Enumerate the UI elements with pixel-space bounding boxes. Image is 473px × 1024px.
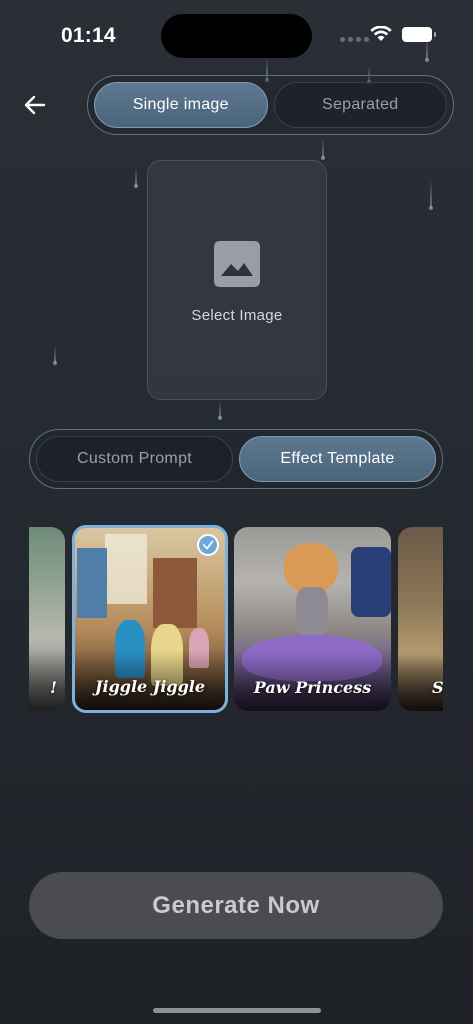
raindrop-decoration [321,138,325,160]
status-bar: 01:14 [0,0,473,60]
template-label: S [432,678,443,697]
tab-separated[interactable]: Separated [273,82,447,128]
raindrop-decoration [134,168,138,188]
tab-custom-prompt[interactable]: Custom Prompt [36,436,233,482]
template-label: Paw Princess [253,678,372,697]
scene-map [77,548,107,618]
select-image-label: Select Image [191,307,283,324]
template-card-jiggle-jiggle[interactable]: Jiggle Jiggle [72,525,228,713]
selected-check-icon [197,534,219,556]
raindrop-decoration [218,400,222,420]
scene-window [105,534,147,604]
image-mode-toggle: Single image Separated [87,75,454,135]
template-label: ! [49,678,57,697]
back-arrow-icon[interactable] [22,92,48,118]
battery-icon [402,27,436,42]
raindrop-decoration [429,180,433,210]
tab-single-image[interactable]: Single image [94,82,268,128]
home-indicator [153,1008,321,1013]
raindrop-decoration [53,345,57,365]
template-label: Jiggle Jiggle [94,677,206,696]
scene-shelf [153,558,197,628]
scene-cat-head [284,543,338,593]
generate-now-button[interactable]: Generate Now [29,872,443,939]
cellular-signal-icon [340,37,369,42]
prompt-mode-toggle: Custom Prompt Effect Template [29,429,443,489]
scene-cat-body [296,587,328,637]
effect-template-carousel[interactable]: ! Jiggle Jiggle Paw Princess S [29,525,443,713]
scene-pillow [351,547,391,617]
template-card[interactable]: ! [29,527,65,711]
tab-effect-template[interactable]: Effect Template [239,436,436,482]
status-time: 01:14 [61,24,116,47]
wifi-icon [370,26,392,41]
dynamic-island [161,14,312,58]
template-card-paw-princess[interactable]: Paw Princess [234,527,391,711]
template-card[interactable]: S [398,527,443,711]
select-image-area[interactable]: Select Image [147,160,327,400]
image-placeholder-icon [214,241,260,287]
